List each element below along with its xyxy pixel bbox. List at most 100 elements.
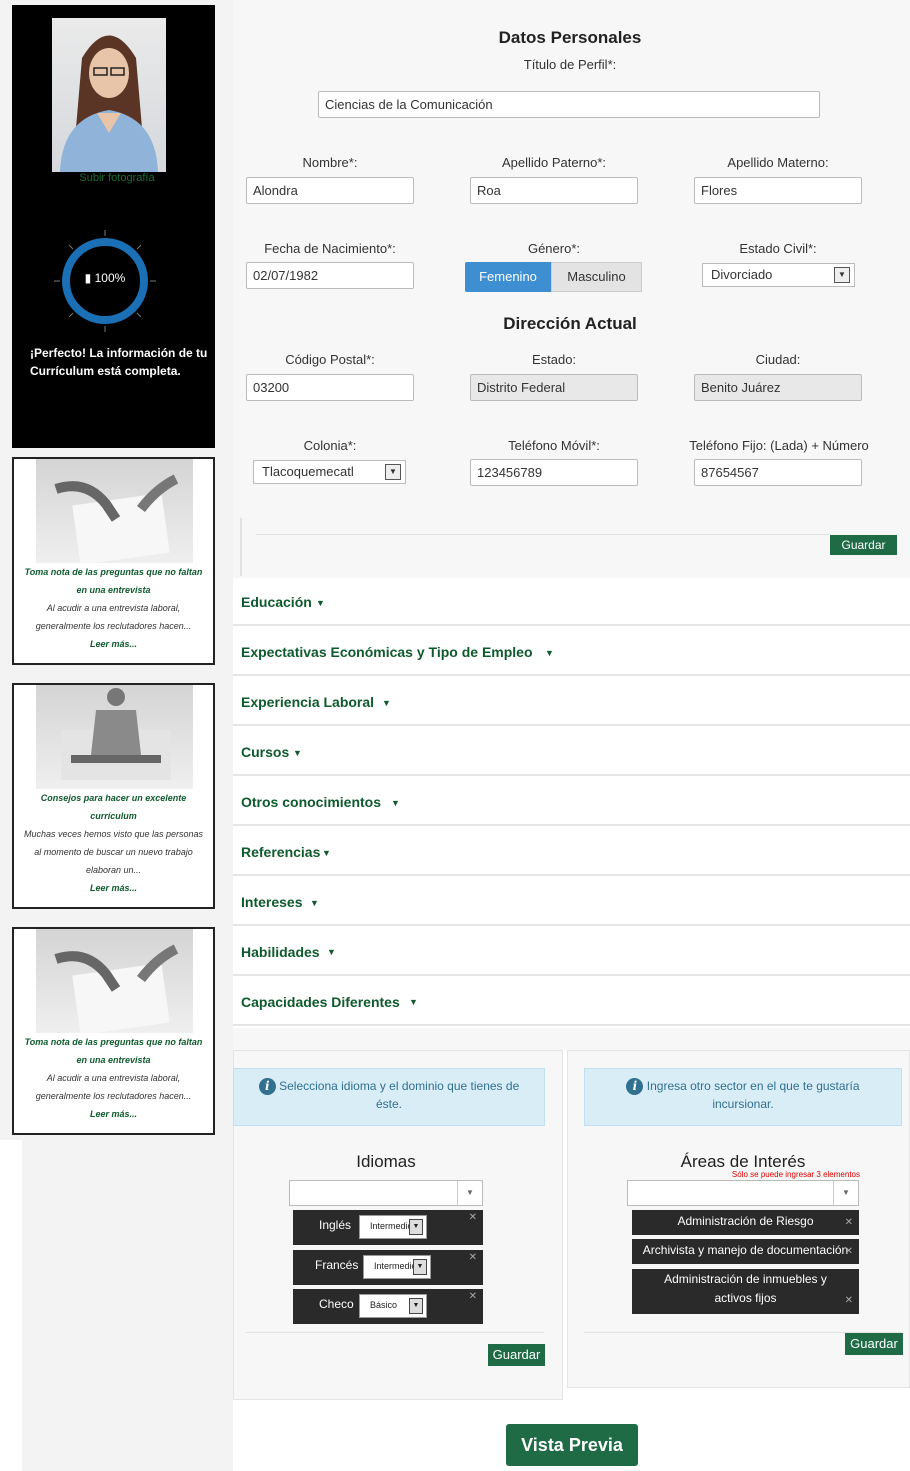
remove-icon[interactable]: ✕ [469, 1291, 477, 1302]
mobile-input[interactable]: 123456789 [470, 459, 638, 486]
divider [256, 534, 830, 535]
remove-icon[interactable]: ✕ [845, 1212, 853, 1234]
info-icon: i [258, 1078, 276, 1095]
progress-percent: 100% [94, 271, 126, 285]
article-image [36, 929, 193, 1033]
info-icon: i [626, 1078, 644, 1095]
spacer [233, 1028, 910, 1050]
interests-info-text: Ingresa otro sector en el que te gustarí… [646, 1079, 860, 1111]
section-other-knowledge[interactable]: Otros conocimientos [233, 778, 910, 826]
remove-icon[interactable]: ✕ [469, 1212, 477, 1223]
save-interests-button[interactable]: Guardar [845, 1333, 903, 1355]
sidebar-spacer [0, 1140, 22, 1471]
civil-status-value: Divorciado [711, 267, 773, 282]
section-salary-expectations[interactable]: Expectativas Económicas y Tipo de Empleo [233, 628, 910, 676]
maternal-surname-input[interactable]: Flores [694, 177, 862, 204]
personal-data-heading: Datos Personales [498, 28, 642, 47]
city-label: Ciudad: [755, 352, 801, 367]
section-education[interactable]: Educación [233, 578, 910, 626]
colonia-select[interactable]: Tlacoquemecatl ▼ [253, 460, 406, 484]
upload-photo-link[interactable]: Subir fotografía [52, 172, 182, 184]
article-title: Consejos para hacer un excelente currícu… [40, 793, 187, 821]
remove-icon[interactable]: ✕ [469, 1252, 477, 1263]
civil-status-label: Estado Civil*: [739, 241, 817, 256]
language-level-select[interactable]: Intermedio ▼ [363, 1255, 431, 1279]
remove-icon[interactable]: ✕ [845, 1291, 853, 1310]
read-more-link[interactable]: Leer más... [20, 879, 207, 897]
language-name: Francés [315, 1258, 359, 1272]
language-name: Checo [319, 1297, 354, 1311]
article-card[interactable]: Consejos para hacer un excelente currícu… [12, 683, 215, 909]
interest-label: Administración de Riesgo [677, 1214, 814, 1228]
section-label: Capacidades Diferentes [241, 994, 400, 1010]
interest-label: Administración de inmuebles y activos fi… [664, 1272, 827, 1305]
section-work-experience[interactable]: Experiencia Laboral [233, 678, 910, 726]
caret-down-icon: ▼ [293, 748, 302, 758]
caret-down-icon: ▼ [545, 648, 554, 658]
profile-title-label: Título de Perfil*: [523, 57, 617, 72]
caret-down-icon: ▼ [316, 598, 325, 608]
section-label: Cursos [241, 744, 290, 760]
remove-icon[interactable]: ✕ [845, 1241, 853, 1263]
section-label: Intereses [241, 894, 303, 910]
section-label: Referencias [241, 844, 321, 860]
preview-button[interactable]: Vista Previa [506, 1424, 638, 1466]
maternal-surname-label: Apellido Materno: [727, 155, 829, 170]
name-label: Nombre*: [302, 155, 358, 170]
language-level-select[interactable]: Intermedio ▼ [359, 1215, 427, 1239]
landline-input[interactable]: 87654567 [694, 459, 862, 486]
mobile-label: Teléfono Móvil*: [508, 438, 600, 453]
save-languages-button[interactable]: Guardar [488, 1344, 545, 1366]
colonia-value: Tlacoquemecatl [262, 464, 354, 479]
gender-male-button[interactable]: Masculino [551, 262, 642, 292]
civil-status-select[interactable]: Divorciado ▼ [702, 263, 855, 287]
birthdate-label: Fecha de Nacimiento*: [264, 241, 396, 256]
document-icon: ▮ [84, 271, 92, 285]
section-courses[interactable]: Cursos [233, 728, 910, 776]
interest-label: Archivista y manejo de documentación [642, 1243, 849, 1257]
section-disabilities[interactable]: Capacidades Diferentes [233, 978, 910, 1026]
language-level-value: Básico [370, 1300, 398, 1310]
zip-input[interactable]: 03200 [246, 374, 414, 401]
section-references[interactable]: Referencias [233, 828, 910, 876]
progress-label: ▮ 100% [77, 271, 133, 285]
read-more-link[interactable]: Leer más... [20, 635, 207, 653]
caret-down-icon: ▼ [409, 997, 418, 1007]
read-more-link[interactable]: Leer más... [20, 1105, 207, 1123]
profile-progress-ring: ▮ 100% [52, 228, 158, 334]
interests-limit-note: Sólo se puede ingresar 3 elementos [731, 1170, 860, 1179]
article-image [36, 459, 193, 563]
language-tag: Inglés Intermedio ▼ ✕ [293, 1210, 483, 1245]
article-card[interactable]: Toma nota de las preguntas que no faltan… [12, 927, 215, 1135]
article-card[interactable]: Toma nota de las preguntas que no faltan… [12, 457, 215, 665]
article-title: Toma nota de las preguntas que no faltan… [24, 567, 203, 595]
caret-down-icon: ▼ [391, 798, 400, 808]
state-label: Estado: [531, 352, 577, 367]
address-heading: Dirección Actual [503, 314, 637, 333]
interest-tag: Administración de Riesgo ✕ [632, 1210, 859, 1235]
name-input[interactable]: Alondra [246, 177, 414, 204]
chevron-down-icon: ▼ [834, 267, 850, 283]
interests-heading: Áreas de Interés [680, 1152, 806, 1171]
article-text: Consejos para hacer un excelente currícu… [20, 789, 207, 897]
language-level-value: Intermedio [374, 1261, 417, 1271]
language-tag: Francés Intermedio ▼ ✕ [293, 1250, 483, 1285]
save-personal-button[interactable]: Guardar [830, 535, 897, 555]
profile-title-input[interactable]: Ciencias de la Comunicación [318, 91, 820, 118]
profile-complete-message: ¡Perfecto! La información de tu Currícul… [30, 346, 208, 378]
caret-down-icon: ▼ [322, 848, 331, 858]
birthdate-input[interactable]: 02/07/1982 [246, 262, 414, 289]
section-interests[interactable]: Intereses [233, 878, 910, 926]
interest-search-select[interactable]: ▼ [627, 1180, 859, 1206]
language-search-select[interactable]: ▼ [289, 1180, 483, 1206]
caret-down-icon: ▼ [382, 698, 391, 708]
zip-label: Código Postal*: [285, 352, 375, 367]
article-excerpt: Muchas veces hemos visto que las persona… [23, 829, 204, 875]
article-text: Toma nota de las preguntas que no faltan… [20, 563, 207, 653]
article-excerpt: Al acudir a una entrevista laboral, gene… [35, 603, 192, 631]
gender-female-button[interactable]: Femenino [465, 262, 551, 292]
interests-info-alert: i Ingresa otro sector en el que te gusta… [584, 1068, 902, 1126]
article-title: Toma nota de las preguntas que no faltan… [24, 1037, 203, 1065]
paternal-surname-input[interactable]: Roa [470, 177, 638, 204]
language-level-select[interactable]: Básico ▼ [359, 1294, 427, 1318]
